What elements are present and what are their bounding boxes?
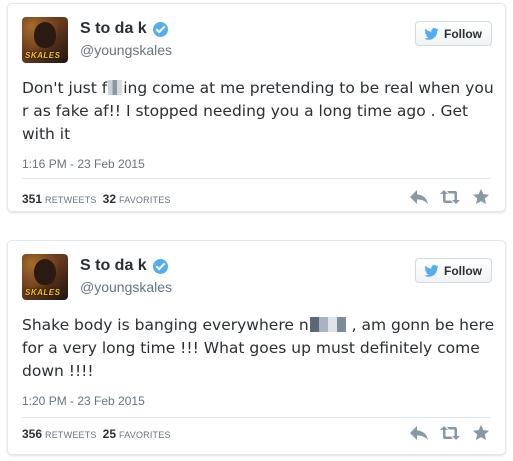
- display-name[interactable]: S to da k: [80, 257, 147, 275]
- star-icon: [473, 189, 489, 204]
- reply-button[interactable]: [409, 425, 429, 441]
- user-handle[interactable]: @youngskales: [80, 279, 172, 295]
- avatar-brand-text: SKALES: [25, 288, 61, 297]
- star-icon: [473, 425, 489, 440]
- author-name-row: S to da k: [80, 20, 168, 38]
- tweet-text: Don't just f ing come at me pretending to…: [22, 77, 498, 146]
- retweet-button[interactable]: [440, 189, 460, 205]
- avatar[interactable]: SKALES: [22, 17, 68, 63]
- tweet-card: SKALES S to da k @youngskales Follow Sha…: [7, 240, 506, 455]
- favorite-count[interactable]: 32: [103, 192, 116, 206]
- author-name-row: S to da k: [80, 257, 168, 275]
- tweet-actions: [398, 189, 491, 205]
- favorite-count-label: FAVORITES: [119, 430, 171, 440]
- twitter-bird-icon: [424, 264, 439, 277]
- divider: [22, 178, 491, 179]
- follow-button[interactable]: Follow: [415, 21, 492, 46]
- favorite-count[interactable]: 25: [103, 427, 116, 441]
- retweet-icon: [440, 190, 460, 204]
- twitter-bird-icon: [424, 27, 439, 40]
- divider: [22, 417, 491, 418]
- follow-button[interactable]: Follow: [415, 258, 492, 283]
- tweet-text: Shake body is banging everywhere n , am …: [22, 314, 498, 383]
- display-name[interactable]: S to da k: [80, 20, 147, 38]
- reply-icon: [410, 426, 428, 440]
- verified-badge-icon: [152, 258, 168, 274]
- reply-button[interactable]: [409, 189, 429, 205]
- tweet-timestamp[interactable]: 1:20 PM - 23 Feb 2015: [22, 394, 145, 408]
- favorite-button[interactable]: [471, 425, 491, 441]
- reply-icon: [410, 190, 428, 204]
- tweet-text-part: Shake body is banging everywhere n: [22, 316, 309, 334]
- tweet-text-part: Don't just f: [22, 79, 108, 97]
- tweet-stats: 356 RETWEETS 25 FAVORITES: [22, 427, 177, 441]
- retweet-count[interactable]: 351: [22, 192, 42, 206]
- retweet-icon: [440, 426, 460, 440]
- tweet-timestamp[interactable]: 1:16 PM - 23 Feb 2015: [22, 157, 145, 171]
- redacted-pixels: [309, 317, 346, 332]
- favorite-count-label: FAVORITES: [119, 195, 171, 205]
- avatar-brand-text: SKALES: [25, 51, 61, 60]
- follow-button-label: Follow: [444, 26, 482, 41]
- follow-button-label: Follow: [444, 263, 482, 278]
- avatar[interactable]: SKALES: [22, 254, 68, 300]
- retweet-button[interactable]: [440, 425, 460, 441]
- retweet-count[interactable]: 356: [22, 427, 42, 441]
- tweet-card: SKALES S to da k @youngskales Follow Don…: [7, 3, 506, 212]
- tweet-stats: 351 RETWEETS 32 FAVORITES: [22, 192, 177, 206]
- retweet-count-label: RETWEETS: [45, 195, 97, 205]
- retweet-count-label: RETWEETS: [45, 430, 97, 440]
- verified-badge-icon: [152, 21, 168, 37]
- favorite-button[interactable]: [471, 189, 491, 205]
- tweet-actions: [398, 425, 491, 441]
- redacted-pixels: [108, 80, 123, 95]
- user-handle[interactable]: @youngskales: [80, 42, 172, 58]
